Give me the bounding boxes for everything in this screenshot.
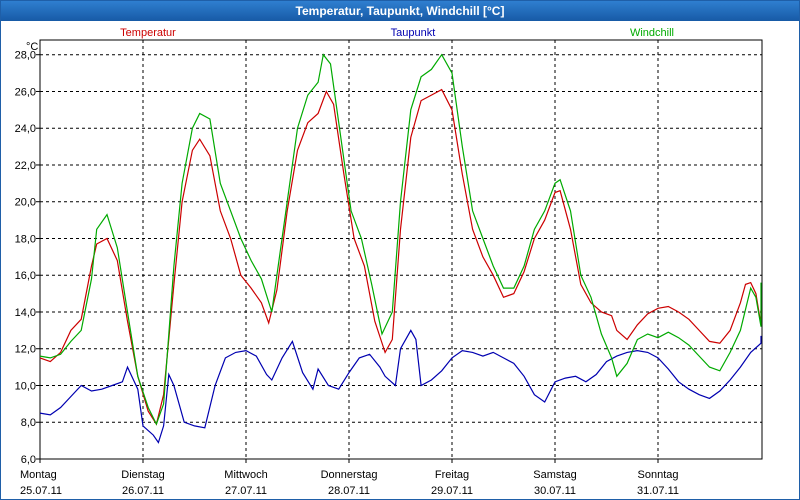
- x-tick-date-label: 31.07.11: [637, 485, 679, 497]
- legend-entry-taupunkt: Taupunkt: [391, 27, 436, 39]
- x-tick-day-label: Sonntag: [638, 469, 679, 481]
- y-tick-label: 8,0: [21, 417, 36, 429]
- chart-axes: 6,0 8,0 10,0 12,0 14,0 16,0 18,0 20,0 22,0 24,0 26…: [15, 39, 763, 497]
- chart-legend: Temperatur Taupunkt Windchill: [120, 27, 674, 39]
- chart-series: [39, 53, 762, 444]
- legend-entry-windchill: Windchill: [630, 27, 674, 39]
- x-tick-date-label: 29.07.11: [431, 485, 473, 497]
- y-tick-label: 18,0: [15, 233, 36, 245]
- series-line-temperatur: [39, 88, 762, 426]
- x-tick-date-label: 25.07.11: [20, 485, 62, 497]
- y-tick-label: 10,0: [15, 380, 36, 392]
- x-tick-date-label: 28.07.11: [328, 485, 370, 497]
- y-tick-label: 24,0: [15, 123, 36, 135]
- y-tick-label: 26,0: [15, 86, 36, 98]
- x-tick-day-label: Montag: [20, 469, 57, 481]
- x-tick-date-label: 26.07.11: [122, 485, 164, 497]
- x-tick-day-label: Mittwoch: [224, 469, 267, 481]
- y-axis-label: °C: [26, 41, 38, 53]
- y-tick-label: 16,0: [15, 270, 36, 282]
- x-tick-date-label: 30.07.11: [534, 485, 576, 497]
- series-line-windchill: [39, 53, 762, 426]
- series-line-taupunkt: [39, 329, 762, 444]
- x-tick-day-label: Donnerstag: [321, 469, 378, 481]
- legend-entry-temperatur: Temperatur: [120, 27, 176, 39]
- x-tick-day-label: Freitag: [435, 469, 469, 481]
- x-tick-date-label: 27.07.11: [225, 485, 267, 497]
- y-tick-label: 6,0: [21, 454, 36, 466]
- chart-canvas: 6,0 8,0 10,0 12,0 14,0 16,0 18,0 20,0 22,0 24,0 26…: [15, 27, 763, 497]
- chart-grid: [40, 40, 762, 459]
- y-tick-label: 22,0: [15, 160, 36, 172]
- x-tick-day-label: Dienstag: [121, 469, 164, 481]
- y-tick-label: 20,0: [15, 197, 36, 209]
- y-tick-label: 12,0: [15, 344, 36, 356]
- x-tick-day-label: Samstag: [533, 469, 576, 481]
- y-tick-label: 14,0: [15, 307, 36, 319]
- plot-border: [39, 39, 763, 460]
